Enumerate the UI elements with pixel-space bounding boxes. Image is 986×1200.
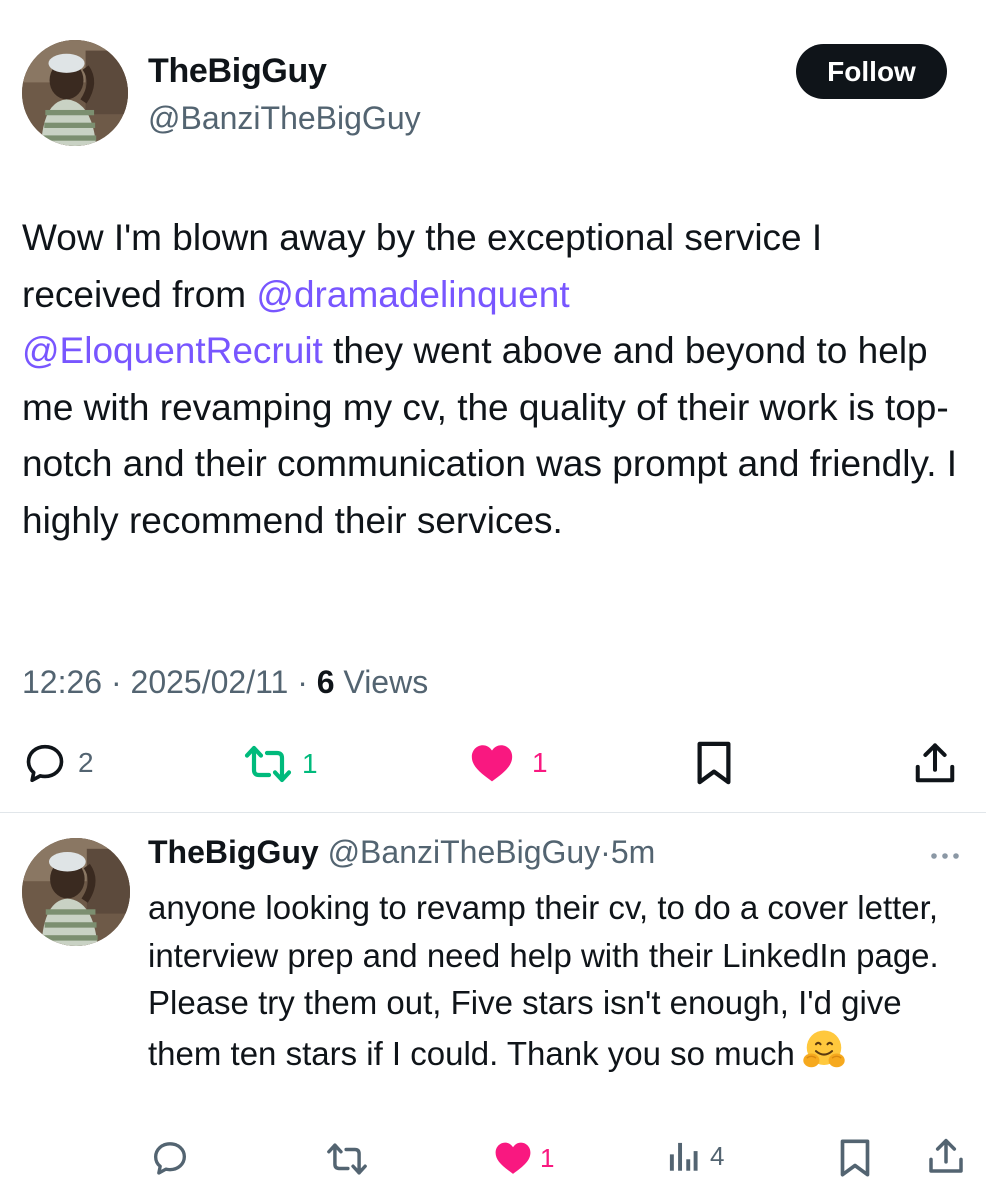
views-count: 6 [316, 664, 335, 700]
author-name[interactable]: TheBigGuy [148, 52, 327, 91]
reply-retweet-button[interactable] [326, 1140, 368, 1178]
heart-icon [495, 1142, 531, 1174]
share-icon [915, 743, 955, 783]
share-icon [929, 1138, 963, 1173]
reply-author-name[interactable]: TheBigGuy [148, 834, 319, 870]
author-avatar[interactable] [22, 40, 128, 146]
views-icon [669, 1142, 698, 1171]
tweet-meta: 12:26 · 2025/02/11 · 6 Views [22, 664, 428, 701]
bookmark-icon [697, 741, 731, 785]
divider [0, 812, 986, 813]
meta-separator: · [600, 834, 611, 870]
reply-views-button[interactable]: 4 [666, 1138, 724, 1174]
share-button[interactable] [912, 740, 958, 786]
like-button[interactable]: 1 [470, 742, 548, 784]
reply-like-button[interactable]: 1 [494, 1140, 554, 1176]
retweet-icon [244, 745, 292, 783]
hugging-face-emoji [803, 1029, 845, 1067]
retweet-count: 1 [302, 748, 318, 779]
reply-text: anyone looking to revamp their cv, to do… [148, 884, 948, 1077]
reply-icon [26, 744, 64, 783]
reply-icon [154, 1142, 186, 1175]
reply-reply-button[interactable] [150, 1138, 190, 1178]
reply-author-avatar[interactable] [22, 838, 130, 946]
views-label: Views [343, 664, 429, 700]
tweet-detail-page: TheBigGuy @BanziTheBigGuy Follow Wow I'm… [0, 0, 986, 1200]
mention-link[interactable]: @dramadelinquent [256, 274, 569, 315]
more-button[interactable] [928, 846, 962, 871]
reply-button[interactable]: 2 [22, 740, 94, 786]
heart-icon [471, 745, 513, 782]
reply-share-button[interactable] [926, 1136, 966, 1176]
reply-views-count: 4 [710, 1140, 725, 1171]
like-count: 1 [532, 747, 548, 778]
more-icon [931, 853, 959, 859]
meta-separator: · [297, 664, 308, 700]
reply-count: 2 [78, 747, 94, 778]
reply-header: TheBigGuy @BanziTheBigGuy·5m [148, 834, 655, 871]
reply-like-count: 1 [540, 1142, 555, 1173]
reply-time[interactable]: 5m [611, 834, 655, 870]
bookmark-button[interactable] [694, 740, 734, 786]
tweet-time[interactable]: 12:26 [22, 664, 102, 700]
tweet-date[interactable]: 2025/02/11 [131, 664, 289, 700]
meta-separator: · [110, 664, 122, 700]
bookmark-icon [840, 1139, 870, 1177]
reply-author-handle[interactable]: @BanziTheBigGuy [328, 834, 601, 870]
tweet-text: Wow I'm blown away by the exceptional se… [22, 210, 972, 549]
retweet-button[interactable]: 1 [244, 742, 318, 786]
mention-link[interactable]: @EloquentRecruit [22, 330, 323, 371]
reply-bookmark-button[interactable] [838, 1138, 872, 1178]
follow-button[interactable]: Follow [796, 44, 947, 99]
author-handle[interactable]: @BanziTheBigGuy [148, 100, 421, 137]
retweet-icon [327, 1143, 367, 1175]
